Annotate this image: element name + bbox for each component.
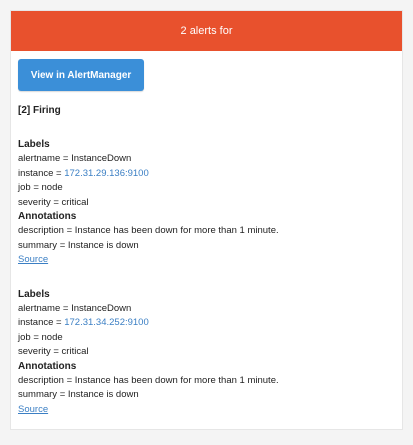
header-title: 2 alerts for xyxy=(180,25,233,37)
source-link[interactable]: Source xyxy=(18,403,395,418)
labels-heading: Labels xyxy=(18,139,50,150)
labels-heading: Labels xyxy=(18,288,50,300)
alert-item: Labels alertname = InstanceDown instance… xyxy=(18,288,395,418)
label-instance: instance = 172.31.34.252:9100 xyxy=(18,316,395,331)
alert-item: Labels alertname = InstanceDown instance… xyxy=(18,138,395,268)
instance-prefix: instance = xyxy=(18,317,65,328)
annotation-description: description = Instance has been down for… xyxy=(18,225,279,236)
alert-header-banner: 2 alerts for xyxy=(11,11,402,51)
label-severity: severity = critical xyxy=(18,196,89,208)
label-job: job = node xyxy=(18,331,63,343)
alert-body: View in AlertManager [2] Firing Labels a… xyxy=(11,51,402,417)
label-alertname: alertname = InstanceDown xyxy=(18,153,132,164)
label-instance: instance = 172.31.29.136:9100 xyxy=(18,167,395,182)
label-job: job = node xyxy=(18,182,63,193)
annotations-heading: Annotations xyxy=(18,360,77,372)
source-link[interactable]: Source xyxy=(18,253,395,268)
instance-prefix: instance = xyxy=(18,167,65,179)
annotations-heading: Annotations xyxy=(18,211,77,222)
instance-link[interactable]: 172.31.29.136:9100 xyxy=(64,168,149,179)
annotation-summary: summary = Instance is down xyxy=(18,239,139,251)
view-in-alertmanager-button[interactable]: View in AlertManager xyxy=(18,59,144,91)
annotation-description: description = Instance has been down for… xyxy=(18,374,279,386)
instance-link[interactable]: 172.31.34.252:9100 xyxy=(64,317,149,328)
alert-email-card: 2 alerts for View in AlertManager [2] Fi… xyxy=(10,10,403,430)
label-alertname: alertname = InstanceDown xyxy=(18,302,132,314)
firing-status: [2] Firing xyxy=(18,105,61,116)
label-severity: severity = critical xyxy=(18,346,89,357)
annotation-summary: summary = Instance is down xyxy=(18,389,139,400)
